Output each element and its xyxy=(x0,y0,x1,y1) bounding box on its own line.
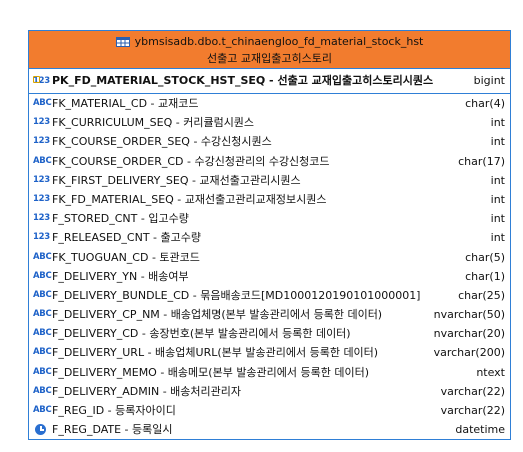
numeric-type-icon: 123 xyxy=(33,232,50,243)
column-datatype: varchar(22) xyxy=(440,384,505,398)
column-name: F_DELIVERY_CD - 송장번호(본부 발송관리에서 등록한 데이터) xyxy=(52,327,351,341)
string-type-icon: ABC xyxy=(33,405,52,415)
column-name: FK_COURSE_ORDER_SEQ - 수강신청시퀀스 xyxy=(52,135,272,149)
numeric-type-icon: 123 xyxy=(33,213,50,224)
column-name: F_STORED_CNT - 입고수량 xyxy=(52,212,189,226)
string-type-icon: ABC xyxy=(33,385,52,396)
column-row[interactable]: ABC F_DELIVERY_CP_NM - 배송업체명(본부 발송관리에서 등록… xyxy=(29,305,510,324)
key-icon xyxy=(33,76,40,83)
column-row[interactable]: ABC FK_MATERIAL_CD - 교재코드 char(4) xyxy=(29,94,510,113)
column-row[interactable]: 123 F_STORED_CNT - 입고수량 int xyxy=(29,209,510,228)
column-row[interactable]: ABC FK_TUOGUAN_CD - 토관코드 char(5) xyxy=(29,248,510,267)
column-name: FK_COURSE_ORDER_CD - 수강신청관리의 수강신청코드 xyxy=(52,154,330,168)
column-row[interactable]: F_REG_DATE - 등록일시 datetime xyxy=(29,420,510,439)
column-row[interactable]: ABC F_DELIVERY_ADMIN - 배송처리관리자 varchar(22) xyxy=(29,382,510,401)
numeric-type-icon: 123 xyxy=(33,193,50,204)
string-type-icon: ABC xyxy=(33,251,52,262)
column-datatype: int xyxy=(490,173,505,187)
column-row[interactable]: ABC FK_COURSE_ORDER_CD - 수강신청관리의 수강신청코드 ch… xyxy=(29,152,510,171)
column-name: FK_MATERIAL_CD - 교재코드 xyxy=(52,97,199,110)
column-row[interactable]: ABC F_DELIVERY_CD - 송장번호(본부 발송관리에서 등록한 데이… xyxy=(29,324,510,343)
table-comment: 선출고 교재입출고히스토리 xyxy=(207,52,332,65)
column-name: F_DELIVERY_YN - 배송여부 xyxy=(52,269,189,283)
column-name: F_RELEASED_CNT - 출고수량 xyxy=(52,231,201,245)
column-name: FK_FIRST_DELIVERY_SEQ - 교재선출고관리시퀀스 xyxy=(52,173,301,187)
column-row[interactable]: ABC F_DELIVERY_YN - 배송여부 char(1) xyxy=(29,267,510,286)
column-name: PK_FD_MATERIAL_STOCK_HST_SEQ - 선출고 교재입출고… xyxy=(52,74,434,87)
string-type-icon: ABC xyxy=(33,347,52,358)
column-datatype: int xyxy=(490,192,505,206)
column-name: F_DELIVERY_BUNDLE_CD - 묶음배송코드[MD10001201… xyxy=(52,288,421,302)
column-datatype: int xyxy=(490,231,505,245)
table-icon xyxy=(115,37,130,47)
column-name: F_REG_ID - 등록자아이디 xyxy=(52,404,176,417)
column-datatype: nvarchar(20) xyxy=(433,327,505,341)
column-row[interactable]: 123 FK_COURSE_ORDER_SEQ - 수강신청시퀀스 int xyxy=(29,132,510,151)
column-name: FK_CURRICULUM_SEQ - 커리큘럼시퀀스 xyxy=(52,116,255,130)
column-row[interactable]: 123 F_RELEASED_CNT - 출고수량 int xyxy=(29,228,510,247)
string-type-icon: ABC xyxy=(33,309,52,320)
column-row[interactable]: ABC F_DELIVERY_BUNDLE_CD - 묶음배송코드[MD10001… xyxy=(29,286,510,305)
column-row[interactable]: ABC F_REG_ID - 등록자아이디 varchar(22) xyxy=(29,401,510,420)
numeric-type-icon: 123 xyxy=(33,136,50,147)
column-name: FK_FD_MATERIAL_SEQ - 교재선출고관리교재정보시퀀스 xyxy=(52,192,327,206)
column-datatype: varchar(22) xyxy=(440,404,505,417)
string-type-icon: ABC xyxy=(33,366,52,377)
string-type-icon: ABC xyxy=(33,155,52,166)
column-datatype: nvarchar(50) xyxy=(433,308,505,322)
column-datatype: int xyxy=(490,135,505,149)
column-name: F_DELIVERY_URL - 배송업체URL(본부 발송관리에서 등록한 데… xyxy=(52,346,379,360)
column-datatype: varchar(200) xyxy=(433,346,505,360)
string-type-icon: ABC xyxy=(33,328,52,339)
column-name: F_DELIVERY_CP_NM - 배송업체명(본부 발송관리에서 등록한 데… xyxy=(52,308,383,322)
column-list: 123 PK_FD_MATERIAL_STOCK_HST_SEQ - 선출고 교재… xyxy=(29,69,510,439)
column-row[interactable]: ABC F_DELIVERY_MEMO - 배송메모(본부 발송관리에서 등록한 … xyxy=(29,363,510,382)
datetime-type-icon xyxy=(35,423,46,435)
column-datatype: datetime xyxy=(455,423,505,437)
string-type-icon: ABC xyxy=(33,289,52,300)
column-name: F_REG_DATE - 등록일시 xyxy=(52,423,173,437)
column-datatype: int xyxy=(490,212,505,226)
column-datatype: int xyxy=(490,116,505,130)
column-name: FK_TUOGUAN_CD - 토관코드 xyxy=(52,250,200,264)
column-datatype: char(5) xyxy=(465,250,505,264)
string-type-icon: ABC xyxy=(33,270,52,281)
column-name: F_DELIVERY_MEMO - 배송메모(본부 발송관리에서 등록한 데이터… xyxy=(52,365,370,379)
column-datatype: char(17) xyxy=(458,154,505,168)
string-type-icon: ABC xyxy=(33,98,52,108)
column-datatype: char(25) xyxy=(458,288,505,302)
table-title: ybmsisadb.dbo.t_chinaengloo_fd_material_… xyxy=(134,35,424,48)
column-datatype: ntext xyxy=(476,365,505,379)
entity-table[interactable]: ybmsisadb.dbo.t_chinaengloo_fd_material_… xyxy=(28,30,511,440)
column-datatype: char(1) xyxy=(465,269,505,283)
column-row[interactable]: 123 FK_FD_MATERIAL_SEQ - 교재선출고관리교재정보시퀀스 in… xyxy=(29,190,510,209)
column-datatype: char(4) xyxy=(465,97,505,110)
column-datatype: bigint xyxy=(473,74,505,87)
column-name: F_DELIVERY_ADMIN - 배송처리관리자 xyxy=(52,384,242,398)
table-header[interactable]: ybmsisadb.dbo.t_chinaengloo_fd_material_… xyxy=(29,31,510,69)
numeric-type-icon: 123 xyxy=(33,117,50,128)
primary-key-row[interactable]: 123 PK_FD_MATERIAL_STOCK_HST_SEQ - 선출고 교재… xyxy=(29,69,510,94)
column-row[interactable]: ABC F_DELIVERY_URL - 배송업체URL(본부 발송관리에서 등록… xyxy=(29,343,510,362)
column-row[interactable]: 123 FK_FIRST_DELIVERY_SEQ - 교재선출고관리시퀀스 int xyxy=(29,171,510,190)
numeric-type-icon: 123 xyxy=(33,174,50,185)
column-row[interactable]: 123 FK_CURRICULUM_SEQ - 커리큘럼시퀀스 int xyxy=(29,113,510,132)
